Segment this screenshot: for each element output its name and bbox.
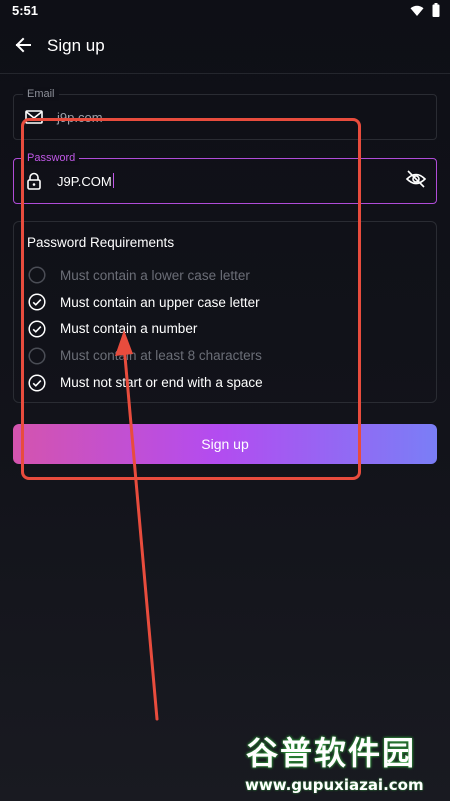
app-bar-divider xyxy=(0,73,450,74)
requirement-item: Must contain a number xyxy=(27,316,263,343)
password-field[interactable]: Password J9P.COM xyxy=(13,151,437,204)
email-field[interactable]: Email j9p.com xyxy=(13,87,437,140)
requirements-list: Must contain a lower case letter Must con… xyxy=(27,262,263,396)
watermark-title: 谷普软件园 xyxy=(246,734,417,772)
eye-off-icon xyxy=(405,169,427,193)
password-text: J9P.COM xyxy=(57,174,112,189)
arrow-left-icon xyxy=(14,36,32,59)
requirement-item: Must contain an upper case letter xyxy=(27,289,263,316)
check-circle-icon xyxy=(27,373,47,393)
mail-icon xyxy=(25,109,43,125)
requirement-item: Must contain at least 8 characters xyxy=(27,342,263,369)
password-requirements-card: Password Requirements Must contain a low… xyxy=(13,221,437,403)
status-bar: 5:51 xyxy=(0,0,450,22)
status-time: 5:51 xyxy=(12,3,39,18)
battery-icon xyxy=(432,3,440,22)
check-circle-icon xyxy=(27,292,47,312)
text-cursor xyxy=(112,173,115,188)
signup-button[interactable]: Sign up xyxy=(13,424,437,464)
status-icons xyxy=(410,3,440,22)
signup-screen: 5:51 Sign up Email j9p.com Password J9P.… xyxy=(0,0,450,801)
requirement-label: Must contain a number xyxy=(60,321,198,337)
requirement-label: Must not start or end with a space xyxy=(60,375,263,391)
back-button[interactable] xyxy=(10,34,36,60)
email-label: Email xyxy=(23,87,59,101)
requirement-label: Must contain a lower case letter xyxy=(60,267,250,283)
email-value: j9p.com xyxy=(57,110,103,125)
watermark-logo: 谷普软件园 www.gupuxiazai.com xyxy=(240,724,448,798)
check-circle-icon xyxy=(27,319,47,339)
empty-circle-icon xyxy=(27,346,47,366)
requirement-item: Must not start or end with a space xyxy=(27,369,263,396)
requirement-item: Must contain a lower case letter xyxy=(27,262,263,289)
password-visibility-toggle[interactable] xyxy=(405,169,427,193)
page-title: Sign up xyxy=(47,36,105,55)
lock-icon xyxy=(25,172,43,190)
requirements-title: Password Requirements xyxy=(27,235,175,250)
requirement-label: Must contain an upper case letter xyxy=(60,294,260,310)
requirement-label: Must contain at least 8 characters xyxy=(60,348,262,364)
password-value: J9P.COM xyxy=(57,173,115,189)
app-bar: Sign up xyxy=(0,22,450,72)
watermark-url: www.gupuxiazai.com xyxy=(245,776,424,794)
empty-circle-icon xyxy=(27,265,47,285)
wifi-icon xyxy=(410,4,424,22)
password-label: Password xyxy=(23,151,80,165)
